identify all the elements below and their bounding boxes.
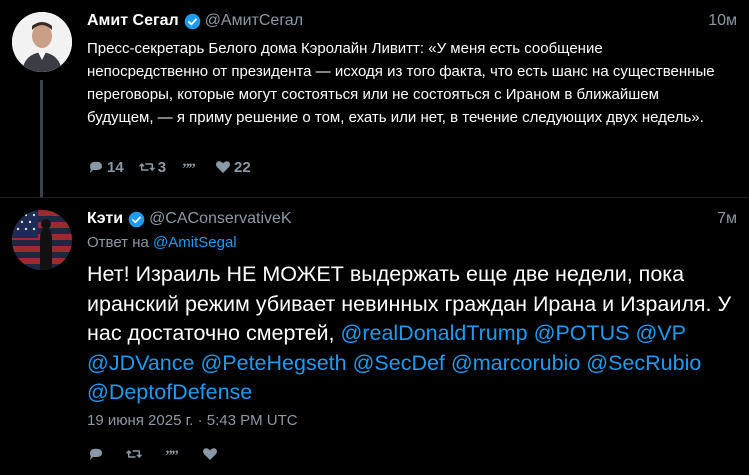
svg-text:”: ”	[171, 448, 179, 463]
tweet-time[interactable]: 7м	[717, 210, 737, 228]
tweet-actions: ” ”	[87, 445, 239, 463]
reply-button[interactable]: 14	[87, 158, 124, 176]
reply-count: 14	[107, 158, 124, 176]
author-name[interactable]: Амит Сегал	[87, 12, 179, 30]
tweet-header: Кэти @CAConservativeK 7м	[87, 208, 737, 230]
reply-to-link[interactable]: @AmitSegal	[153, 234, 237, 251]
quote-button[interactable]: ” ”	[180, 158, 200, 176]
author-handle[interactable]: @АмитСегал	[205, 12, 303, 30]
mention-link[interactable]: @SecRubio	[586, 351, 701, 375]
tweet-time[interactable]: 10м	[708, 12, 737, 30]
mention-link[interactable]: @VP	[636, 321, 686, 345]
tweet-reply[interactable]: Кэти @CAConservativeK 7м Ответ на @AmitS…	[0, 197, 749, 475]
tweet-date[interactable]: 19 июня 2025 г. · 5:43 PM UTC	[87, 412, 298, 429]
retweet-button[interactable]	[125, 445, 145, 463]
quote-icon: ” ”	[182, 161, 196, 176]
reply-button[interactable]	[87, 445, 107, 463]
svg-text:”: ”	[188, 161, 196, 176]
mention-link[interactable]: @DeptofDefense	[87, 380, 252, 404]
mention-link[interactable]: @POTUS	[534, 321, 630, 345]
mention-link[interactable]: @JDVance	[87, 351, 194, 375]
retweet-icon	[138, 163, 155, 171]
retweet-icon	[125, 450, 143, 458]
like-icon	[215, 161, 231, 173]
mention-link[interactable]: @realDonaldTrump	[341, 321, 528, 345]
retweet-button[interactable]: 3	[138, 158, 166, 176]
tweet-header: Амит Сегал @АмитСегал 10м	[87, 10, 737, 32]
mention-link[interactable]: @marcorubio	[451, 351, 580, 375]
tweet-text: Пресс-секретарь Белого дома Кэролайн Лив…	[87, 40, 715, 126]
mention-link[interactable]: @SecDef	[353, 351, 445, 375]
reply-icon	[90, 448, 102, 460]
author-name[interactable]: Кэти	[87, 210, 123, 228]
avatar[interactable]	[12, 210, 72, 270]
reply-prefix: Ответ на	[87, 234, 149, 251]
reply-to-line: Ответ на @AmitSegal	[87, 234, 237, 251]
verified-icon	[184, 13, 200, 29]
avatar[interactable]	[12, 12, 72, 72]
like-count: 22	[234, 158, 251, 176]
retweet-count: 3	[157, 158, 167, 176]
quote-icon: ” ”	[165, 448, 179, 463]
verified-icon	[128, 211, 145, 227]
mention-link[interactable]: @PeteHegseth	[200, 351, 346, 375]
like-icon	[202, 448, 218, 460]
tweet-text: Нет! Израиль НЕ МОЖЕТ выдержать еще две …	[87, 260, 737, 408]
author-handle[interactable]: @CAConservativeK	[149, 210, 292, 228]
tweet-actions: 14 3 ” ” 22	[87, 158, 265, 176]
like-button[interactable]	[201, 445, 221, 463]
thread-line	[40, 80, 43, 198]
like-button[interactable]: 22	[214, 158, 251, 176]
tweet-parent[interactable]: Амит Сегал @АмитСегал 10м Пресс-секретар…	[0, 0, 749, 198]
quote-button[interactable]: ” ”	[163, 445, 183, 463]
reply-icon	[90, 161, 102, 173]
